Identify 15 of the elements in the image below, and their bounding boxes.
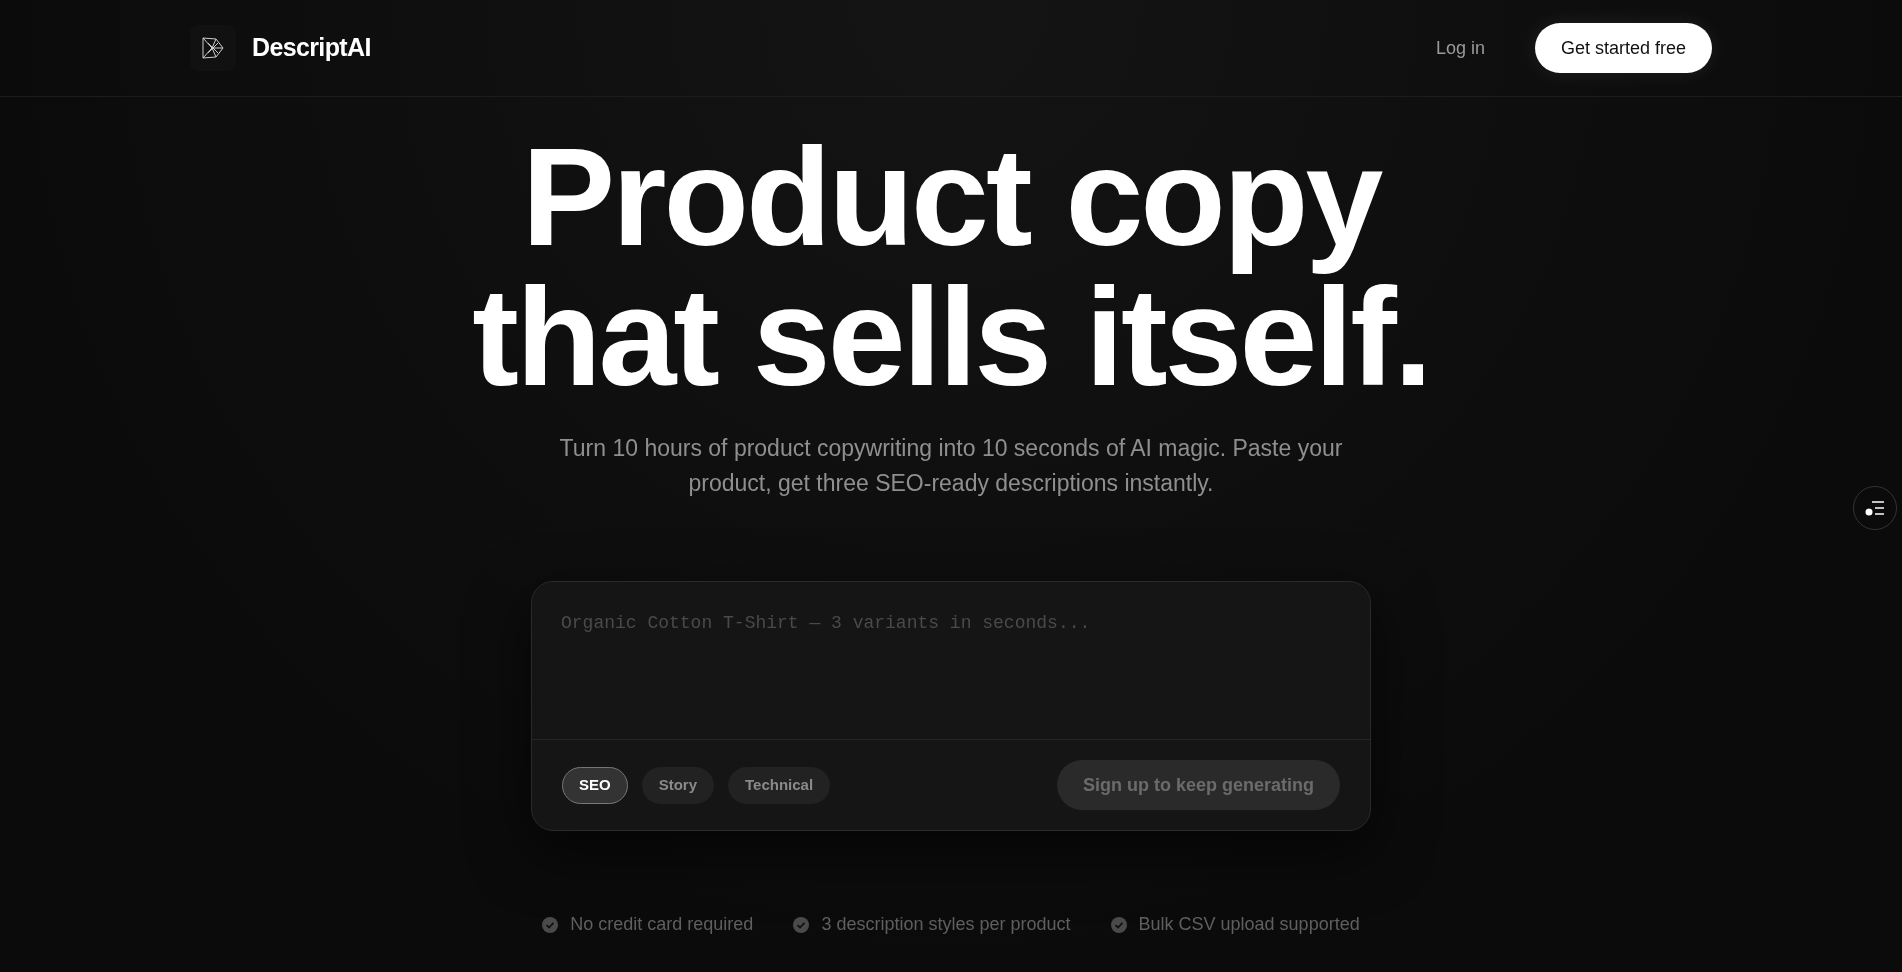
logo-icon <box>190 25 236 71</box>
login-link[interactable]: Log in <box>1435 34 1485 62</box>
style-chip[interactable]: Technical <box>728 766 831 804</box>
check-icon <box>1110 916 1127 933</box>
subtitle: Turn 10 hours of product copywriting into 10 seconds of AI magic. Paste your product, get three SEO-ready descriptions instantly. <box>558 434 1344 498</box>
feature-text: 3 description styles per product <box>821 913 1071 936</box>
check-icon <box>542 916 559 933</box>
brand-name: DescriptAI <box>252 32 371 64</box>
check-icon <box>793 916 810 933</box>
menu-list-icon[interactable] <box>1853 486 1897 530</box>
get-started-button[interactable]: Get started free <box>1534 23 1712 73</box>
style-chip[interactable]: SEO <box>562 766 628 804</box>
feature-text: Bulk CSV upload supported <box>1138 913 1360 936</box>
style-chip[interactable]: Story <box>641 766 715 804</box>
feature-text: No credit card required <box>570 913 754 936</box>
